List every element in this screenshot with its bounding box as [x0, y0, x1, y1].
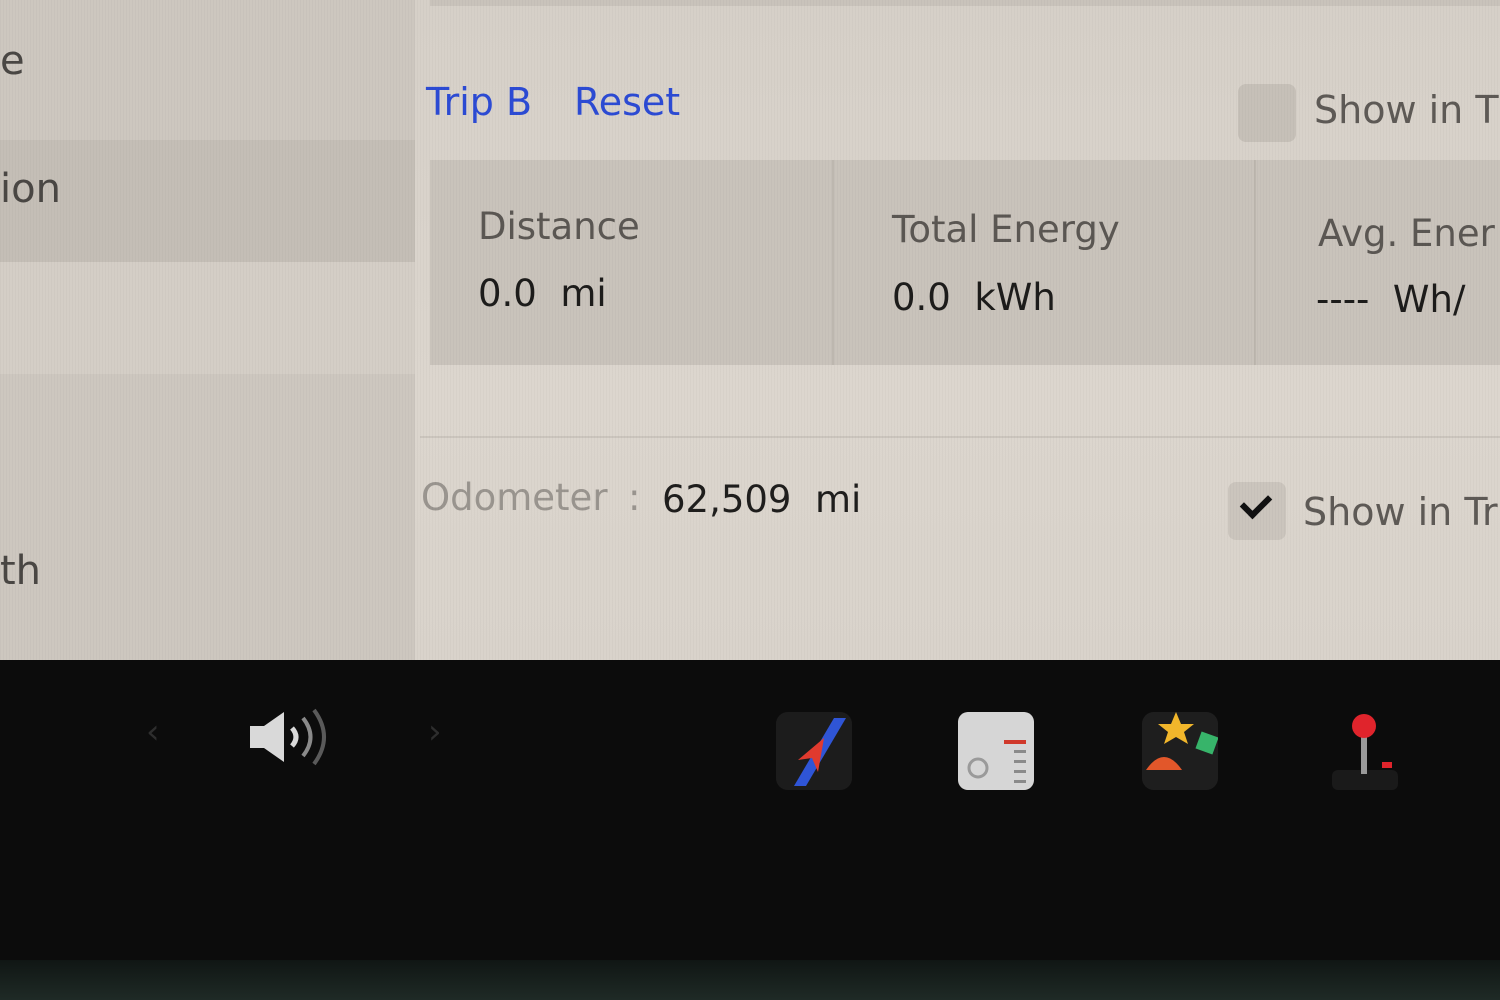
odometer-value: 62,509 mi — [662, 478, 862, 521]
stat-total-energy: Total Energy 0.0 kWh — [832, 160, 1254, 365]
sidebar-item-selected[interactable]: ion — [0, 166, 61, 212]
sidebar: e ion th — [0, 0, 415, 660]
odometer-label: Odometer — [421, 476, 608, 519]
sidebar-item[interactable]: th — [0, 548, 41, 594]
stat-label: Avg. Ener — [1318, 212, 1495, 255]
previous-section-edge — [430, 0, 1500, 6]
stat-label: Distance — [478, 205, 640, 248]
taskbar — [0, 660, 1500, 1000]
settings-screen: e ion th Trip B Reset Show in T Distance… — [0, 0, 1500, 660]
toybox-app-icon[interactable] — [1142, 712, 1218, 790]
sidebar-item[interactable]: e — [0, 38, 25, 84]
arcade-app-icon[interactable] — [1326, 712, 1402, 790]
chevron-left-icon[interactable]: ‹ — [146, 712, 160, 752]
stat-value: 0.0 mi — [478, 272, 607, 315]
stat-avg-energy: Avg. Ener ---- Wh/ — [1254, 160, 1500, 365]
sidebar-selected-highlight — [0, 140, 415, 262]
trip-show-in-label[interactable]: Show in T — [1314, 88, 1499, 132]
stat-value: 0.0 kWh — [892, 276, 1056, 319]
reset-trip-button[interactable]: Reset — [574, 80, 680, 124]
checkmark-icon — [1239, 486, 1273, 520]
chevron-right-icon[interactable]: › — [428, 712, 442, 752]
stat-label: Total Energy — [892, 208, 1120, 251]
screen-bezel — [0, 960, 1500, 1000]
stat-distance: Distance 0.0 mi — [430, 160, 830, 365]
odometer-separator: : — [628, 476, 641, 519]
stat-value: ---- Wh/ — [1316, 278, 1466, 321]
navigation-app-icon[interactable] — [776, 712, 852, 790]
trip-show-in-checkbox[interactable] — [1238, 84, 1296, 142]
trip-b-title: Trip B — [426, 80, 533, 124]
trip-stats-panel: Distance 0.0 mi Total Energy 0.0 kWh Avg… — [430, 160, 1500, 365]
odometer-show-in-checkbox[interactable] — [1228, 482, 1286, 540]
section-divider — [420, 436, 1500, 438]
speaker-icon[interactable] — [248, 706, 338, 770]
odometer-show-in-label[interactable]: Show in Tr — [1303, 490, 1498, 534]
dashcam-app-icon[interactable] — [958, 712, 1034, 790]
sidebar-band — [0, 262, 415, 374]
